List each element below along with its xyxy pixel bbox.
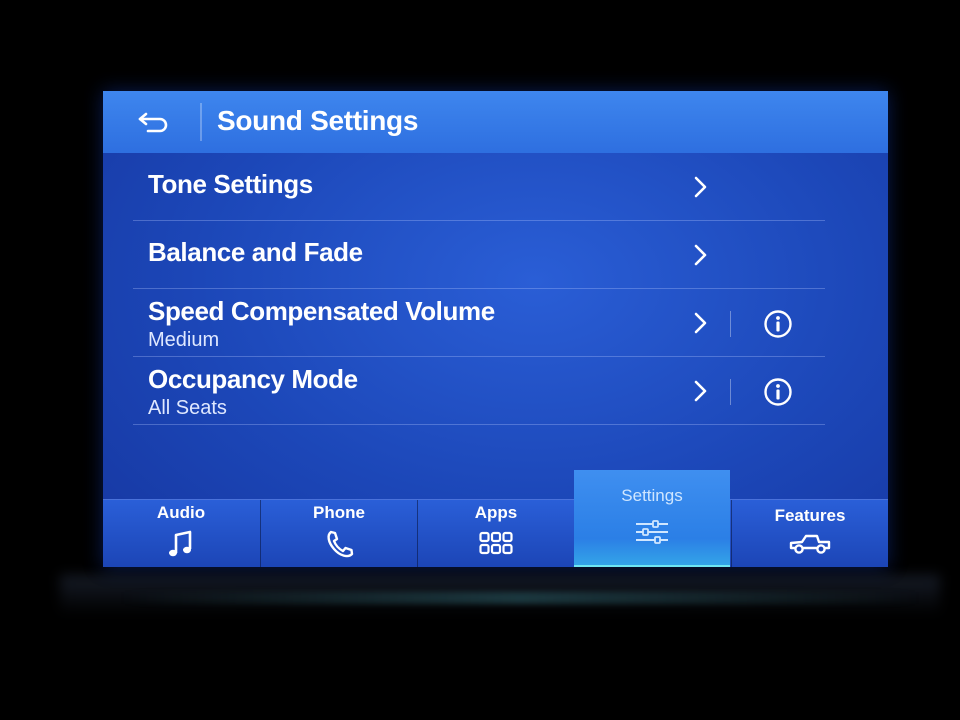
phone-icon	[327, 530, 354, 558]
info-icon[interactable]	[763, 377, 793, 407]
nav-tab-label: Features	[774, 506, 846, 525]
menu-item-label: Speed Compensated Volume	[148, 296, 495, 326]
bottom-nav-bar: Audio Phone Apps Settings Features	[103, 470, 888, 567]
menu-item-value: All Seats	[148, 397, 227, 419]
chevron-right-icon	[694, 312, 707, 334]
nav-tab-label: Audio	[156, 503, 206, 522]
info-icon[interactable]	[763, 309, 793, 339]
header-bar: Sound Settings	[103, 91, 888, 153]
chevron-right-icon	[694, 380, 707, 402]
truck-icon	[789, 534, 831, 554]
menu-item-occupancy-mode[interactable]: Occupancy Mode All Seats	[133, 357, 825, 425]
menu-item-tone-settings[interactable]: Tone Settings	[133, 153, 825, 221]
page-title: Sound Settings	[217, 105, 419, 136]
header-divider	[200, 103, 202, 141]
infotainment-screen: Sound Settings Tone Settings Balance and…	[103, 91, 888, 567]
row-separator	[730, 379, 731, 405]
row-separator	[730, 311, 731, 337]
chevron-right-icon	[694, 244, 707, 266]
menu-item-speed-compensated-volume[interactable]: Speed Compensated Volume Medium	[133, 289, 825, 357]
menu-item-label: Tone Settings	[148, 169, 313, 199]
nav-tab-label: Apps	[474, 503, 518, 522]
apps-grid-icon	[479, 531, 513, 555]
bezel-reflection	[120, 592, 920, 604]
menu-item-balance-and-fade[interactable]: Balance and Fade	[133, 221, 825, 289]
nav-tab-settings[interactable]: Settings	[574, 470, 730, 567]
nav-tab-audio[interactable]: Audio	[103, 500, 259, 567]
nav-tab-label: Phone	[313, 503, 365, 522]
settings-menu: Tone Settings Balance and Fade Speed Com…	[133, 153, 825, 425]
menu-item-label: Occupancy Mode	[148, 364, 358, 394]
nav-tab-apps[interactable]: Apps	[417, 500, 574, 567]
music-note-icon	[169, 530, 192, 557]
sliders-icon	[636, 520, 668, 544]
nav-tab-label: Settings	[621, 486, 683, 505]
nav-tab-phone[interactable]: Phone	[260, 500, 417, 567]
back-button[interactable]	[125, 103, 181, 141]
nav-tab-features[interactable]: Features	[731, 500, 888, 567]
menu-item-value: Medium	[148, 329, 220, 351]
menu-item-label: Balance and Fade	[148, 237, 363, 267]
back-arrow-icon	[138, 112, 168, 133]
chevron-right-icon	[694, 176, 707, 198]
